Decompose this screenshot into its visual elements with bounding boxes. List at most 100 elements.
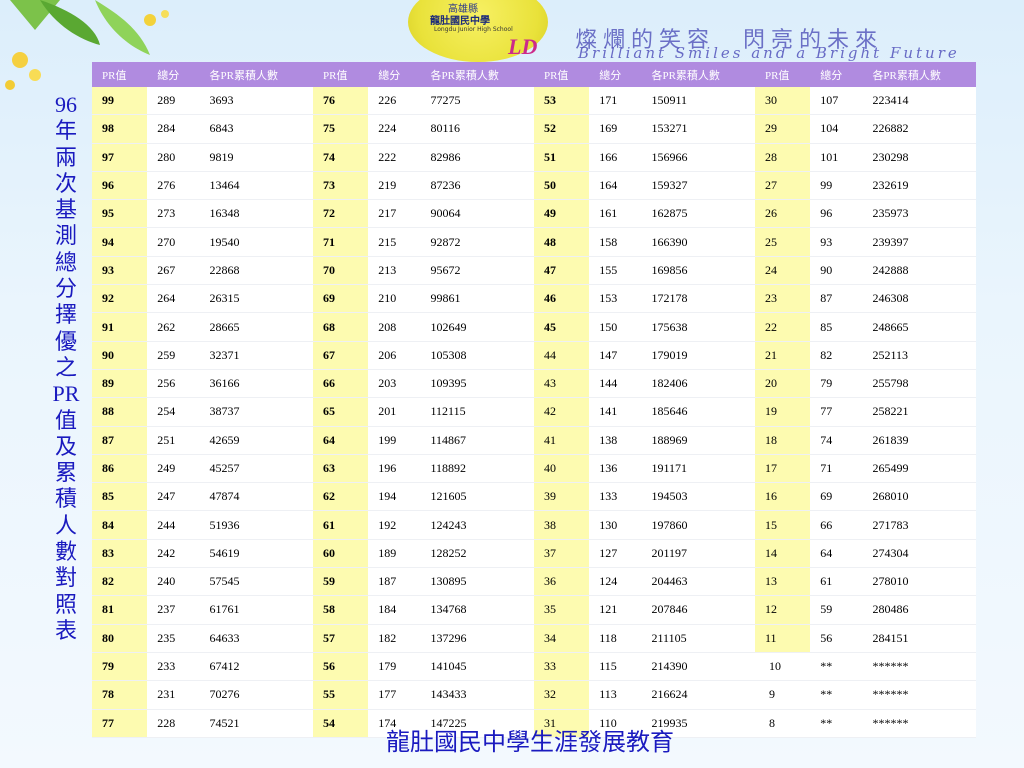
cumulative-count-cell: 246308 <box>862 284 976 314</box>
cumulative-count-cell: 166390 <box>641 227 755 257</box>
total-score-cell: 284 <box>147 114 200 144</box>
cumulative-count-cell: 207846 <box>641 595 755 625</box>
total-score-cell: 158 <box>589 227 642 257</box>
cumulative-count-cell: 45257 <box>199 454 313 484</box>
total-score-cell: 87 <box>810 284 863 314</box>
total-score-cell: 256 <box>147 369 200 399</box>
cumulative-count-cell: 130895 <box>420 567 534 597</box>
pr-value-cell: 23 <box>754 284 811 314</box>
pr-value-cell: 92 <box>92 284 148 314</box>
cumulative-count-cell: 172178 <box>641 284 755 314</box>
total-score-cell: 66 <box>810 510 863 540</box>
pr-value-cell: 74 <box>312 143 369 172</box>
cumulative-count-cell: 42659 <box>199 426 313 455</box>
pr-value-cell: 14 <box>754 539 811 569</box>
total-score-cell: 213 <box>368 256 421 286</box>
total-score-cell: 194 <box>368 482 421 512</box>
total-score-cell: 215 <box>368 227 421 257</box>
pr-value-cell: 16 <box>754 482 811 512</box>
cumulative-count-cell: 175638 <box>641 312 755 342</box>
column-header: 各PR累積人數 <box>199 62 313 87</box>
table-row: 96 276 13464 73 219 87236 50 164 159327 27 99 23261… <box>92 171 976 201</box>
total-score-cell: 69 <box>810 482 863 512</box>
pr-value-cell: 17 <box>754 454 811 484</box>
cumulative-count-cell: 61761 <box>199 595 313 625</box>
total-score-cell: 210 <box>368 284 421 314</box>
total-score-cell: 141 <box>589 397 642 427</box>
pr-value-cell: 28 <box>754 143 811 172</box>
pr-value-cell: 43 <box>533 369 590 399</box>
total-score-cell: 99 <box>810 171 863 201</box>
pr-value-cell: 45 <box>533 312 590 342</box>
pr-value-cell: 72 <box>312 199 369 229</box>
pr-value-cell: 64 <box>312 426 369 455</box>
cumulative-count-cell: 19540 <box>199 227 313 257</box>
cumulative-count-cell: 211105 <box>641 624 755 653</box>
pr-value-cell: 57 <box>312 624 369 653</box>
pr-value-cell: 38 <box>533 510 590 540</box>
total-score-cell: 118 <box>589 624 642 653</box>
cumulative-count-cell: 109395 <box>420 369 534 399</box>
cumulative-count-cell: 261839 <box>862 426 976 455</box>
cumulative-count-cell: 201197 <box>641 539 755 569</box>
cumulative-count-cell: 128252 <box>420 539 534 569</box>
pr-value-cell: 70 <box>312 256 369 286</box>
pr-value-cell: 10 <box>754 652 811 682</box>
pr-value-cell: 90 <box>92 341 148 370</box>
pr-value-cell: 29 <box>754 114 811 144</box>
cumulative-count-cell: 274304 <box>862 539 976 569</box>
table-row: 86 249 45257 63 196 118892 40 136 191171 17 71 2654… <box>92 454 976 484</box>
pr-value-cell: 21 <box>754 341 811 370</box>
table-row: 97 280 9819 74 222 82986 51 166 156966 28 101 23029… <box>92 143 976 172</box>
pr-value-cell: 66 <box>312 369 369 399</box>
pr-value-cell: 75 <box>312 114 369 144</box>
total-score-cell: 82 <box>810 341 863 370</box>
total-score-cell: 206 <box>368 341 421 370</box>
pr-value-cell: 44 <box>533 341 590 370</box>
cumulative-count-cell: 232619 <box>862 171 976 201</box>
pr-value-cell: 9 <box>754 680 811 710</box>
cumulative-count-cell: 38737 <box>199 397 313 427</box>
pr-value-cell: 19 <box>754 397 811 427</box>
cumulative-count-cell: 6843 <box>199 114 313 144</box>
pr-value-cell: 94 <box>92 227 148 257</box>
total-score-cell: 130 <box>589 510 642 540</box>
table-row: 84 244 51936 61 192 124243 38 130 197860 15 66 2717… <box>92 510 976 540</box>
total-score-cell: 184 <box>368 595 421 625</box>
total-score-cell: 235 <box>147 624 200 653</box>
cumulative-count-cell: 252113 <box>862 341 976 370</box>
total-score-cell: 133 <box>589 482 642 512</box>
cumulative-count-cell: 77275 <box>420 87 534 116</box>
cumulative-count-cell: 64633 <box>199 624 313 653</box>
pr-value-cell: 24 <box>754 256 811 286</box>
pr-value-cell: 95 <box>92 199 148 229</box>
total-score-cell: 240 <box>147 567 200 597</box>
cumulative-count-cell: 156966 <box>641 143 755 172</box>
total-score-cell: 233 <box>147 652 200 682</box>
total-score-cell: 276 <box>147 171 200 201</box>
cumulative-count-cell: 235973 <box>862 199 976 229</box>
cumulative-count-cell: 169856 <box>641 256 755 286</box>
pr-value-cell: 11 <box>754 624 811 653</box>
table-row: 93 267 22868 70 213 95672 47 155 169856 24 90 24288… <box>92 256 976 286</box>
pr-value-cell: 51 <box>533 143 590 172</box>
logo-mark: LD <box>508 34 538 59</box>
table-body: 99 289 3693 76 226 77275 53 171 150911 30 107 22341… <box>92 87 976 738</box>
cumulative-count-cell: 230298 <box>862 143 976 172</box>
pr-value-cell: 68 <box>312 312 369 342</box>
pr-value-cell: 55 <box>312 680 369 710</box>
total-score-cell: 64 <box>810 539 863 569</box>
cumulative-count-cell: 248665 <box>862 312 976 342</box>
cumulative-count-cell: 9819 <box>199 143 313 172</box>
logo-school-name: 龍肚國民中學 <box>430 16 490 27</box>
total-score-cell: 244 <box>147 510 200 540</box>
column-header: 各PR累積人數 <box>641 62 755 87</box>
pr-value-cell: 25 <box>754 227 811 257</box>
pr-value-cell: 20 <box>754 369 811 399</box>
cumulative-count-cell: 57545 <box>199 567 313 597</box>
pr-value-cell: 97 <box>92 143 148 172</box>
cumulative-count-cell: 223414 <box>862 87 976 116</box>
pr-value-cell: 50 <box>533 171 590 201</box>
table-row: 90 259 32371 67 206 105308 44 147 179019 21 82 2521… <box>92 341 976 370</box>
total-score-cell: 251 <box>147 426 200 455</box>
